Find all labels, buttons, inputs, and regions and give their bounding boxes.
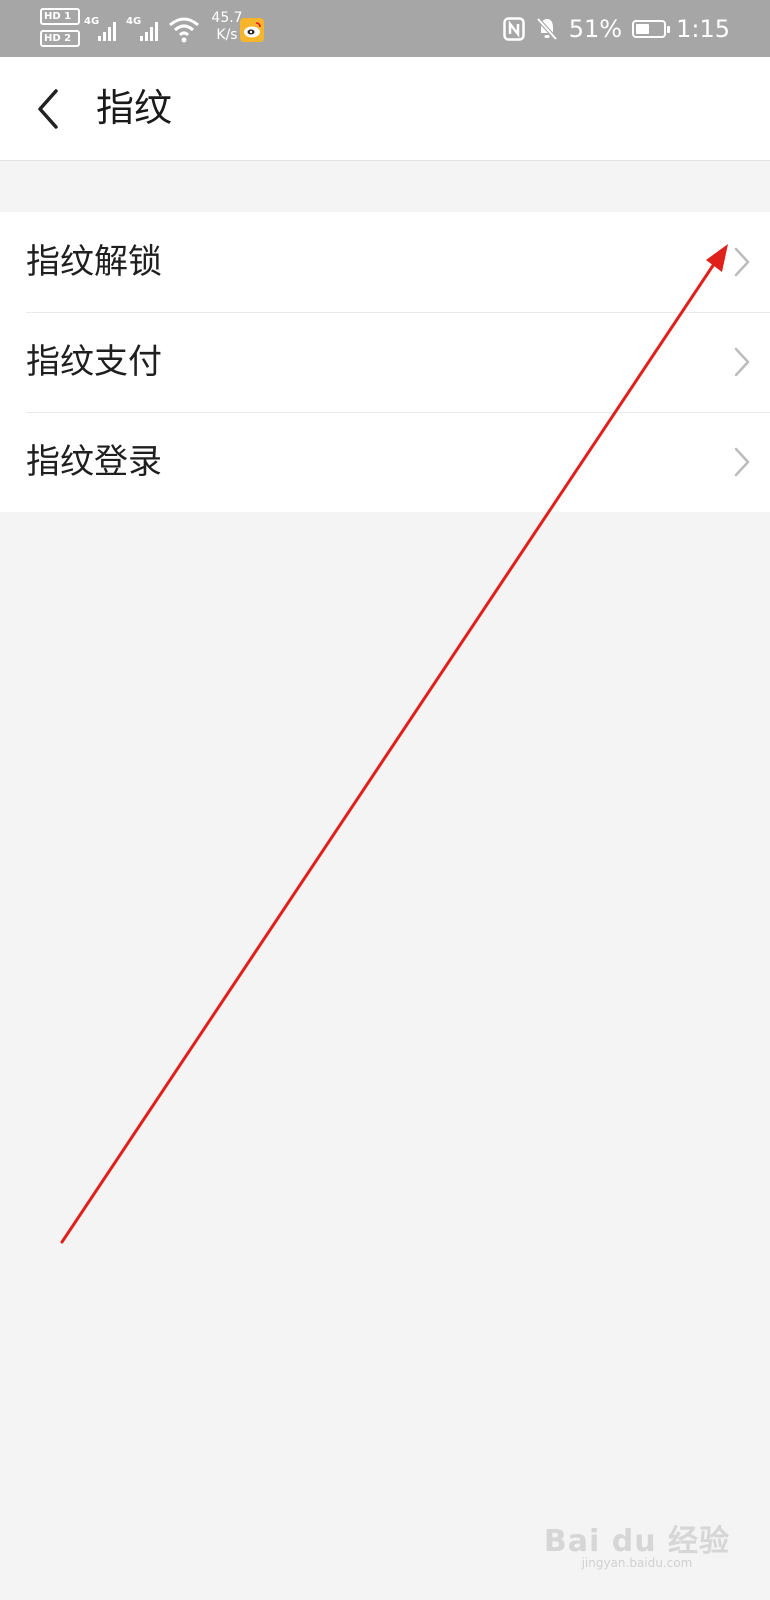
battery-percent: 51%: [568, 14, 623, 43]
watermark-brand: Bai du 经验: [543, 1524, 730, 1559]
chevron-right-icon: [734, 447, 750, 477]
list-item-label: 指纹登录: [26, 442, 162, 482]
nfc-icon: [503, 16, 525, 41]
sim2-hd-badge: HD 2: [40, 30, 80, 47]
network-type-1: 4G: [84, 16, 99, 27]
status-bar: HD 1 HD 2 4G 4G 45.7 K/s 51% 1:15: [0, 0, 770, 57]
page-title: 指纹: [96, 86, 173, 130]
mute-notification-icon: [536, 17, 558, 40]
list-item-fingerprint-payment[interactable]: 指纹支付: [0, 312, 770, 412]
battery-icon: [632, 19, 671, 38]
battery-fill: [636, 23, 650, 34]
chevron-right-icon: [734, 247, 750, 277]
signal-icon-sim1: 4G: [84, 16, 116, 41]
list-item-fingerprint-login[interactable]: 指纹登录: [0, 412, 770, 512]
list-item-label: 指纹解锁: [26, 242, 162, 282]
list-item-fingerprint-unlock[interactable]: 指纹解锁: [0, 212, 770, 312]
status-right: 51% 1:15: [503, 0, 730, 57]
weibo-notification-icon: [240, 18, 264, 42]
signal-icon-sim2: 4G: [126, 16, 158, 41]
network-type-2: 4G: [126, 16, 141, 27]
clock: 1:15: [676, 14, 730, 43]
wifi-icon: [169, 17, 199, 43]
sim1-hd-badge: HD 1: [40, 8, 80, 25]
chevron-right-icon: [734, 347, 750, 377]
baidu-jingyan-watermark: Bai du 经验 jingyan.baidu.com: [544, 1516, 730, 1570]
app-header: 指纹: [0, 57, 770, 161]
sim-indicators: HD 1 HD 2: [40, 8, 80, 52]
list-item-label: 指纹支付: [26, 342, 162, 382]
back-arrow-icon[interactable]: [32, 87, 68, 131]
fingerprint-options-list: 指纹解锁 指纹支付 指纹登录: [0, 212, 770, 512]
